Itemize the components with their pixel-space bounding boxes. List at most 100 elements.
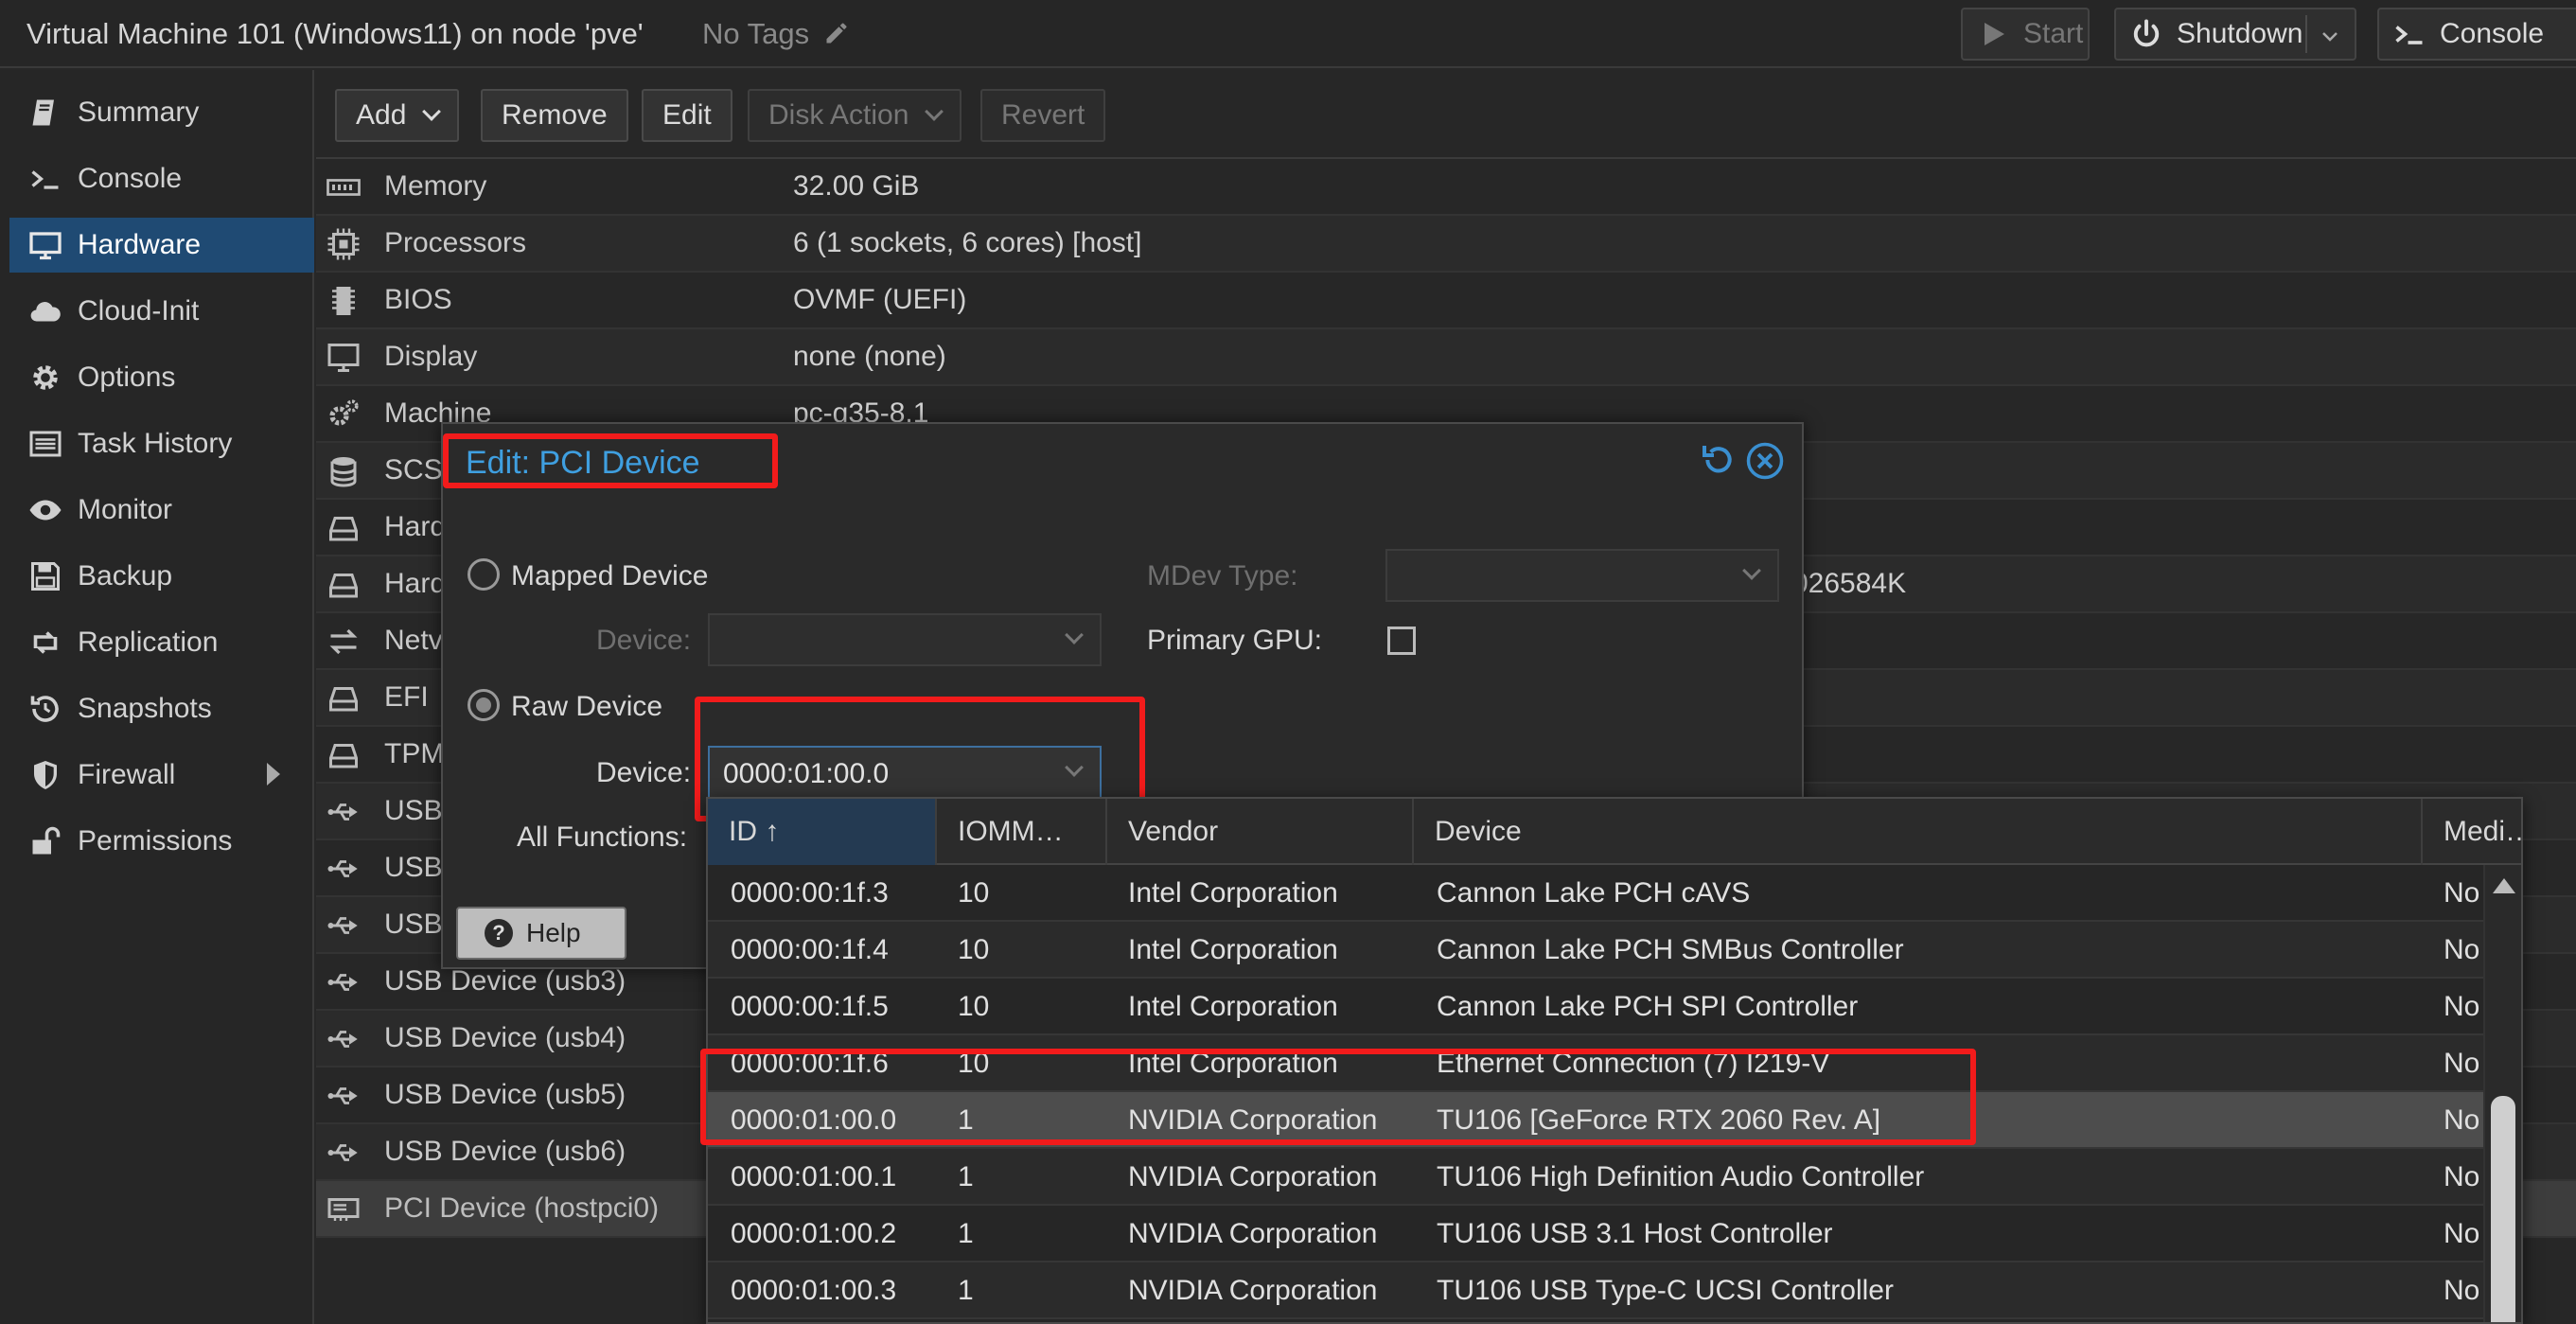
red-highlight-selected-row	[700, 1049, 1976, 1145]
column-header-iommu[interactable]: IOMM…	[937, 799, 1107, 865]
hardware-key: USB Device (usb5)	[384, 1079, 626, 1110]
unlock-icon	[32, 826, 61, 855]
book-icon	[32, 99, 54, 126]
raw-device-label: Raw Device	[511, 691, 663, 722]
cell-mediated: No	[2444, 991, 2480, 1022]
sidebar-item-backup[interactable]: Backup	[9, 549, 314, 604]
table-row[interactable]: 0000:01:00.3 1 NVIDIA Corporation TU106 …	[708, 1262, 2485, 1319]
sidebar-item-task-history[interactable]: Task History	[9, 416, 314, 471]
sidebar-item-cloud-init[interactable]: Cloud-Init	[9, 284, 314, 339]
hardware-row-processors[interactable]: Processors 6 (1 sockets, 6 cores) [host]	[316, 216, 2576, 273]
retweet-icon	[33, 631, 58, 654]
hardware-value: OVMF (UEFI)	[793, 284, 967, 315]
sidebar-item-label: Backup	[78, 560, 173, 591]
help-label: Help	[526, 918, 581, 947]
sidebar-item-hardware[interactable]: Hardware	[9, 218, 314, 273]
hardware-row-bios[interactable]: BIOS OVMF (UEFI)	[316, 273, 2576, 329]
power-icon	[2133, 19, 2160, 47]
scroll-thumb[interactable]	[2491, 1096, 2515, 1322]
hardware-value: 026584K	[1792, 568, 1907, 599]
chevron-down-icon[interactable]	[2319, 25, 2341, 47]
sidebar-item-label: Replication	[78, 627, 219, 658]
primary-gpu-checkbox[interactable]	[1387, 627, 1416, 655]
expand-arrow-icon[interactable]	[267, 763, 280, 786]
add-button[interactable]: Add	[335, 89, 460, 142]
cell-vendor: Intel Corporation	[1128, 877, 1338, 909]
cell-vendor: NVIDIA Corporation	[1128, 1275, 1378, 1306]
cell-mediated: No	[2444, 1048, 2480, 1079]
usb-icon	[327, 917, 358, 934]
sidebar-item-snapshots[interactable]: Snapshots	[9, 681, 314, 736]
remove-button[interactable]: Remove	[481, 89, 628, 142]
scroll-up-icon[interactable]	[2493, 878, 2515, 893]
cell-mediated: No	[2444, 1161, 2480, 1192]
column-header-device[interactable]: Device	[1414, 799, 2423, 865]
table-row[interactable]: 0000:00:1f.5 10 Intel Corporation Cannon…	[708, 979, 2485, 1035]
eye-icon	[29, 500, 62, 521]
cell-id: 0000:01:00.1	[731, 1161, 897, 1192]
sidebar-item-label: Options	[78, 362, 176, 393]
hardware-row-memory[interactable]: Memory 32.00 GiB	[316, 159, 2576, 216]
sidebar-item-console[interactable]: Console	[9, 151, 314, 206]
usb-icon	[327, 1144, 358, 1161]
mapped-device-radio[interactable]	[468, 558, 500, 591]
pci-card-icon	[327, 1198, 360, 1221]
picker-scrollbar[interactable]	[2483, 865, 2521, 1322]
sidebar-item-options[interactable]: Options	[9, 350, 314, 405]
shield-icon	[34, 761, 57, 789]
column-header-mediated[interactable]: Medi…	[2423, 799, 2521, 865]
sidebar-item-summary[interactable]: Summary	[9, 85, 314, 140]
hardware-key: USB	[384, 852, 443, 883]
edit-button[interactable]: Edit	[642, 89, 732, 142]
hardware-value: 6 (1 sockets, 6 cores) [host]	[793, 227, 1142, 258]
disk-action-label: Disk Action	[768, 99, 909, 131]
cpu-icon	[327, 228, 360, 260]
reset-icon[interactable]	[1700, 441, 1738, 479]
cell-vendor: Intel Corporation	[1128, 934, 1338, 965]
pencil-icon[interactable]	[823, 20, 850, 46]
usb-icon	[327, 860, 358, 877]
hardware-key: PCI Device (hostpci0)	[384, 1192, 660, 1224]
table-row[interactable]: 0000:00:1f.4 10 Intel Corporation Cannon…	[708, 922, 2485, 979]
sidebar-item-permissions[interactable]: Permissions	[9, 814, 314, 869]
cell-vendor: NVIDIA Corporation	[1128, 1161, 1378, 1192]
hardware-row-display[interactable]: Display none (none)	[316, 329, 2576, 386]
revert-label: Revert	[1001, 99, 1085, 131]
chip-icon	[332, 287, 355, 315]
hardware-value: 32.00 GiB	[793, 170, 920, 202]
sidebar: Summary Console Hardware Cloud-Init Opti…	[0, 70, 314, 1324]
close-icon[interactable]	[1745, 441, 1785, 481]
shutdown-button[interactable]: Shutdown	[2114, 8, 2356, 61]
sidebar-item-firewall[interactable]: Firewall	[9, 748, 314, 803]
sidebar-item-monitor[interactable]: Monitor	[9, 483, 314, 538]
sidebar-item-replication[interactable]: Replication	[9, 615, 314, 670]
table-row[interactable]: 0000:01:00.1 1 NVIDIA Corporation TU106 …	[708, 1149, 2485, 1206]
start-button[interactable]: Start	[1961, 8, 2090, 61]
cell-iommu: 1	[958, 1275, 974, 1306]
table-row[interactable]: 0000:01:00.2 1 NVIDIA Corporation TU106 …	[708, 1206, 2485, 1262]
memory-icon	[326, 179, 361, 196]
raw-device-radio[interactable]	[468, 689, 500, 721]
column-header-label: Vendor	[1128, 816, 1219, 847]
table-row[interactable]: 0000:00:1f.3 10 Intel Corporation Cannon…	[708, 865, 2485, 922]
cell-mediated: No	[2444, 1275, 2480, 1306]
tags-editor[interactable]: No Tags	[702, 17, 850, 51]
title-bar: Virtual Machine 101 (Windows11) on node …	[0, 0, 2576, 68]
revert-button[interactable]: Revert	[980, 89, 1106, 142]
console-button[interactable]: Console	[2377, 8, 2576, 61]
mdev-type-select[interactable]	[1385, 549, 1779, 602]
help-button[interactable]: ? Help	[456, 907, 626, 960]
column-header-id[interactable]: ID ↑	[708, 799, 937, 865]
hardware-key: USB Device (usb4)	[384, 1022, 626, 1053]
mapped-device-select[interactable]	[708, 613, 1102, 666]
column-header-vendor[interactable]: Vendor	[1107, 799, 1414, 865]
all-functions-label: All Functions:	[517, 821, 688, 853]
question-icon: ?	[485, 919, 513, 947]
cell-id: 0000:00:1f.4	[731, 934, 889, 965]
hardware-key: USB Device (usb3)	[384, 965, 626, 997]
mapped-device-field-label: Device:	[596, 625, 692, 656]
list-icon	[29, 431, 62, 457]
cell-vendor: Intel Corporation	[1128, 991, 1338, 1022]
disk-action-button[interactable]: Disk Action	[748, 89, 962, 142]
sidebar-item-label: Cloud-Init	[78, 295, 200, 327]
